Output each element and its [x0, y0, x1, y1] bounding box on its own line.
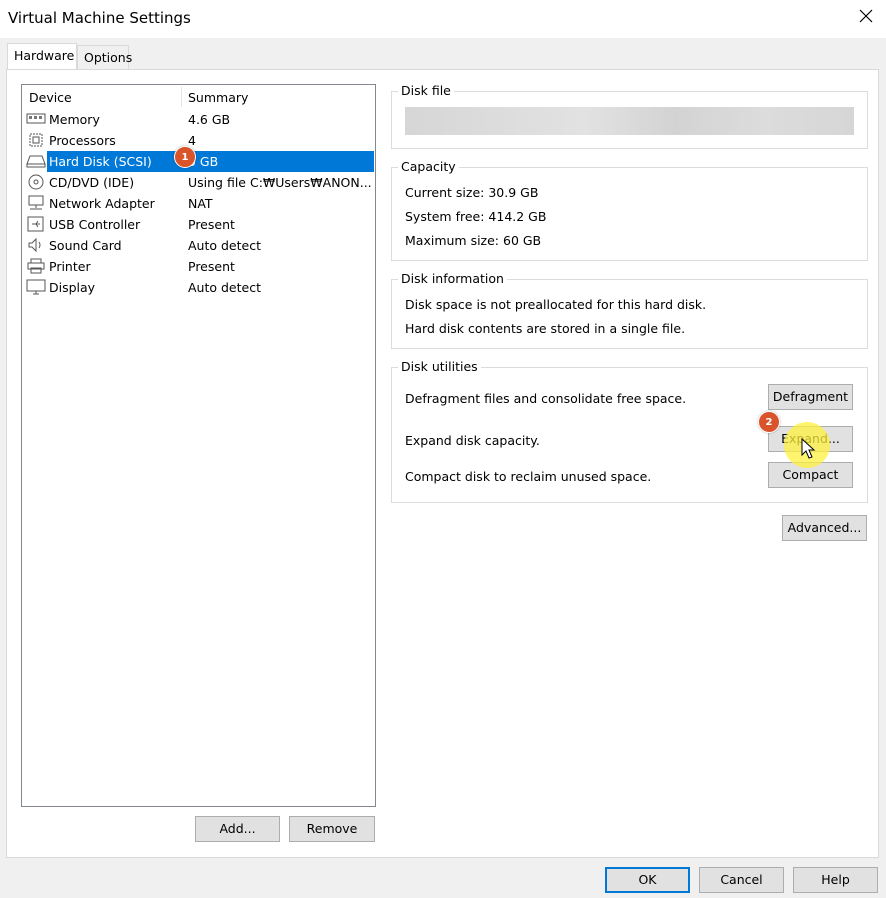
disk-utilities-title: Disk utilities [398, 359, 481, 374]
disk-information-title: Disk information [398, 271, 507, 286]
mouse-cursor-icon [801, 438, 816, 459]
device-summary: Present [188, 217, 235, 232]
cancel-button[interactable]: Cancel [699, 867, 784, 893]
device-summary: Auto detect [188, 280, 261, 295]
disk-file-title: Disk file [398, 83, 454, 98]
device-name: Network Adapter [49, 196, 155, 211]
title-bar: Virtual Machine Settings [0, 0, 886, 38]
capacity-title: Capacity [398, 159, 459, 174]
step-badge-1: 1 [174, 146, 196, 168]
device-row-printer[interactable]: Printer Present [22, 256, 375, 277]
device-name: Hard Disk (SCSI) [49, 154, 152, 169]
step-badge-2: 2 [758, 411, 780, 433]
expand-text: Expand disk capacity. [405, 433, 540, 448]
tab-hardware[interactable]: Hardware [7, 43, 77, 69]
maximum-size-text: Maximum size: 60 GB [405, 233, 542, 248]
device-list[interactable]: Device Summary Memory 4.6 GB Processors … [21, 84, 376, 807]
disk-information-group: Disk information Disk space is not preal… [391, 271, 868, 349]
ok-button[interactable]: OK [605, 867, 690, 893]
network-adapter-icon [28, 195, 44, 210]
close-icon[interactable] [858, 8, 874, 24]
disk-file-group: Disk file [391, 83, 868, 149]
device-name: Sound Card [49, 238, 122, 253]
list-header: Device Summary [22, 85, 375, 109]
printer-icon [27, 258, 45, 274]
processor-icon [29, 133, 43, 147]
preallocation-text: Disk space is not preallocated for this … [405, 297, 707, 312]
defragment-button[interactable]: Defragment [768, 384, 853, 410]
device-row-network-adapter[interactable]: Network Adapter NAT [22, 193, 375, 214]
device-row-display[interactable]: Display Auto detect [22, 277, 375, 298]
device-summary: 4 [188, 133, 196, 148]
device-row-sound-card[interactable]: Sound Card Auto detect [22, 235, 375, 256]
header-summary[interactable]: Summary [188, 90, 248, 105]
help-button[interactable]: Help [793, 867, 878, 893]
window-title: Virtual Machine Settings [8, 9, 191, 27]
device-row-cd-dvd[interactable]: CD/DVD (IDE) Using file C:₩Users₩ANON... [22, 172, 375, 193]
cd-dvd-icon [28, 174, 44, 190]
defragment-text: Defragment files and consolidate free sp… [405, 391, 687, 406]
device-name: Printer [49, 259, 91, 274]
add-button[interactable]: Add... [195, 816, 280, 842]
disk-file-path-field[interactable] [405, 107, 854, 135]
speaker-icon [28, 237, 41, 253]
compact-text: Compact disk to reclaim unused space. [405, 469, 652, 484]
remove-button[interactable]: Remove [289, 816, 375, 842]
header-device[interactable]: Device [29, 90, 72, 105]
tab-options[interactable]: Options [77, 45, 132, 70]
device-row-processors[interactable]: Processors 4 [22, 130, 375, 151]
device-summary: NAT [188, 196, 213, 211]
device-name: Memory [49, 112, 100, 127]
advanced-button[interactable]: Advanced... [782, 515, 867, 541]
device-summary: 4.6 GB [188, 112, 231, 127]
current-size-text: Current size: 30.9 GB [405, 185, 539, 200]
device-row-memory[interactable]: Memory 4.6 GB [22, 109, 375, 130]
device-summary: Present [188, 259, 235, 274]
device-summary: 0 GB [188, 154, 219, 169]
system-free-text: System free: 414.2 GB [405, 209, 547, 224]
capacity-group: Capacity Current size: 30.9 GB System fr… [391, 159, 868, 261]
device-row-hard-disk[interactable]: Hard Disk (SCSI) 0 GB [22, 151, 375, 172]
column-divider[interactable] [181, 87, 182, 107]
device-name: USB Controller [49, 217, 141, 232]
device-name: Display [49, 280, 96, 295]
single-file-text: Hard disk contents are stored in a singl… [405, 321, 686, 336]
device-name: CD/DVD (IDE) [49, 175, 135, 190]
device-name: Processors [49, 133, 116, 148]
hardware-panel: Device Summary Memory 4.6 GB Processors … [6, 69, 879, 858]
memory-icon [26, 113, 46, 124]
device-summary: Using file C:₩Users₩ANON... [188, 175, 372, 190]
usb-icon [27, 216, 44, 232]
device-row-usb-controller[interactable]: USB Controller Present [22, 214, 375, 235]
monitor-icon [26, 279, 46, 295]
hard-disk-icon [26, 155, 46, 168]
device-summary: Auto detect [188, 238, 261, 253]
